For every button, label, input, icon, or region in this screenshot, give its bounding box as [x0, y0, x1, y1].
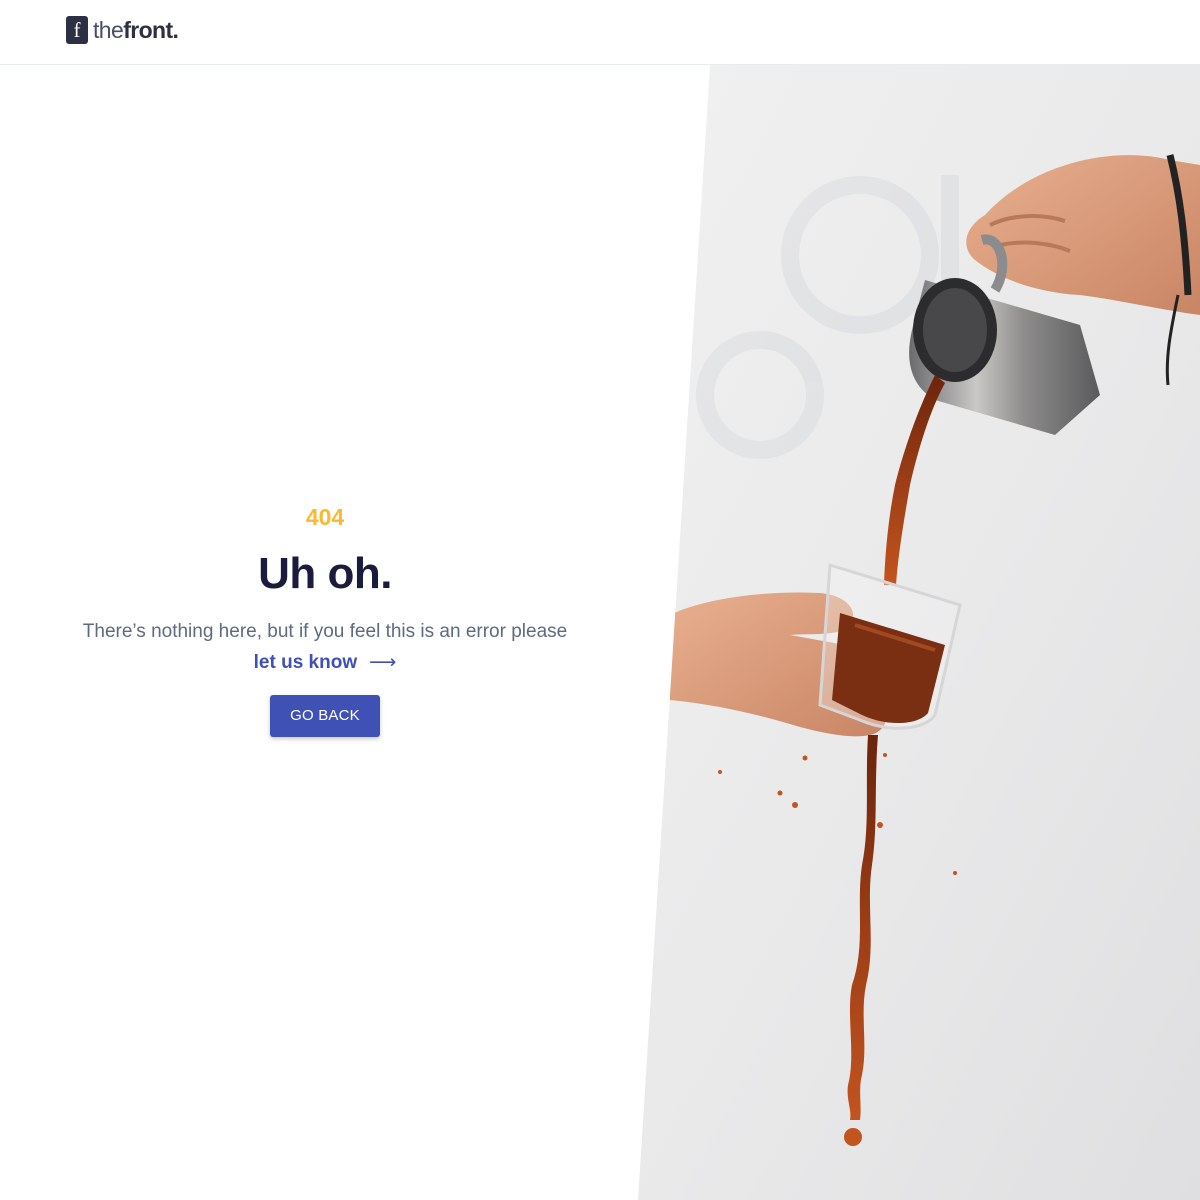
- site-logo[interactable]: f thefront.: [66, 16, 179, 44]
- error-content: 404 Uh oh. There’s nothing here, but if …: [50, 495, 600, 737]
- page-title: Uh oh.: [258, 549, 392, 598]
- button-container: GO BACK: [50, 695, 600, 737]
- let-us-know-link[interactable]: let us know ⟶: [254, 647, 397, 679]
- logo-wordmark: thefront.: [93, 16, 179, 43]
- top-navigation-bar: f thefront.: [0, 0, 1200, 65]
- thefront-logo-icon: f: [66, 16, 88, 44]
- let-us-know-label: let us know: [253, 652, 358, 673]
- logo-wordmark-light: the: [93, 16, 124, 43]
- error-message: There’s nothing here, but if you feel th…: [82, 621, 568, 642]
- error-code: 404: [305, 504, 345, 530]
- logo-wordmark-bold: front.: [123, 16, 179, 43]
- arrow-right-icon: ⟶: [369, 652, 397, 673]
- go-back-button[interactable]: GO BACK: [270, 695, 380, 737]
